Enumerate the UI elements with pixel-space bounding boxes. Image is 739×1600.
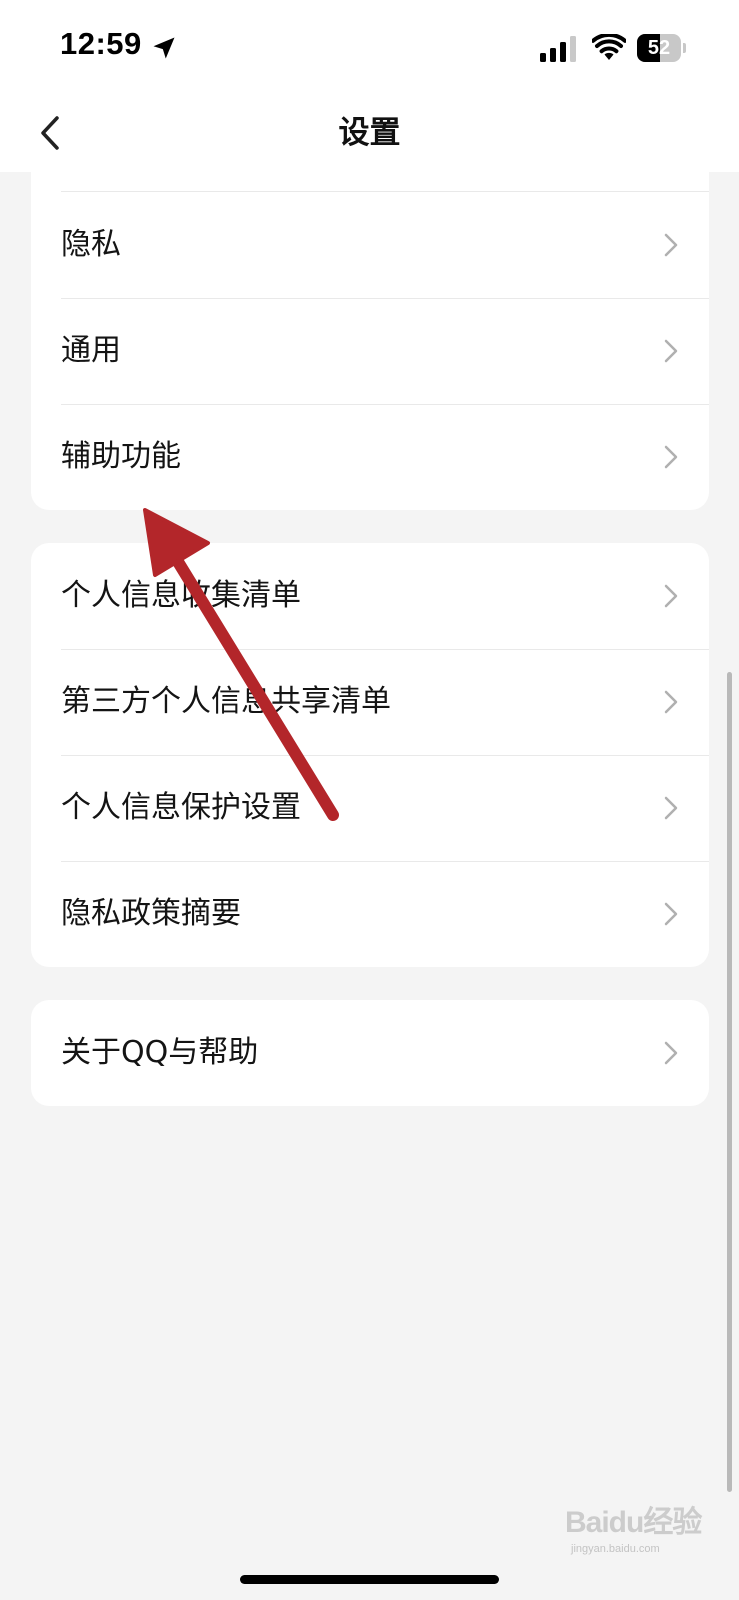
chevron-left-icon bbox=[41, 116, 59, 150]
chevron-right-icon bbox=[664, 796, 678, 820]
wifi-icon bbox=[592, 34, 626, 60]
home-indicator[interactable] bbox=[240, 1575, 499, 1584]
battery-icon: 52 bbox=[637, 34, 687, 62]
chevron-right-icon bbox=[664, 339, 678, 363]
settings-item-general[interactable]: 通用 bbox=[31, 298, 709, 404]
settings-item-label: 个人信息保护设置 bbox=[61, 790, 301, 825]
chevron-right-icon bbox=[664, 233, 678, 257]
settings-item-label: 隐私政策摘要 bbox=[61, 896, 241, 931]
settings-item-privacy[interactable]: 隐私 bbox=[31, 192, 709, 298]
watermark-brand: Baidu经验 bbox=[565, 1506, 702, 1539]
location-arrow-icon bbox=[153, 37, 175, 59]
settings-item-label: 关于QQ与帮助 bbox=[61, 1035, 259, 1070]
nav-bar: 设置 bbox=[0, 95, 739, 172]
battery-level: 52 bbox=[647, 37, 671, 59]
settings-card-about: 关于QQ与帮助 bbox=[31, 1000, 709, 1106]
settings-item-third-party-sharing-list[interactable]: 第三方个人信息共享清单 bbox=[31, 649, 709, 755]
settings-card-personal-info: 个人信息收集清单 第三方个人信息共享清单 个人信息保护设置 隐私政策摘要 bbox=[31, 543, 709, 967]
cellular-signal-icon bbox=[540, 36, 576, 62]
settings-item-privacy-policy-summary[interactable]: 隐私政策摘要 bbox=[31, 861, 709, 967]
chevron-right-icon bbox=[664, 584, 678, 608]
settings-item-label: 第三方个人信息共享清单 bbox=[61, 684, 391, 719]
status-bar: 12:59 52 bbox=[0, 0, 739, 95]
settings-item-about-help[interactable]: 关于QQ与帮助 bbox=[31, 1000, 709, 1106]
watermark-url: jingyan.baidu.com bbox=[571, 1543, 660, 1555]
chevron-right-icon bbox=[664, 690, 678, 714]
status-time: 12:59 bbox=[60, 26, 142, 61]
settings-item-info-protection[interactable]: 个人信息保护设置 bbox=[31, 755, 709, 861]
scroll-indicator[interactable] bbox=[727, 672, 732, 1492]
settings-card-general: 隐私 通用 辅助功能 bbox=[31, 172, 709, 510]
watermark: Baidu经验 jingyan.baidu.com bbox=[565, 1497, 715, 1567]
settings-item-label: 个人信息收集清单 bbox=[61, 578, 301, 613]
settings-item-accessibility[interactable]: 辅助功能 bbox=[31, 404, 709, 510]
settings-item-info-collection-list[interactable]: 个人信息收集清单 bbox=[31, 543, 709, 649]
page-title: 设置 bbox=[338, 115, 401, 151]
battery-body: 52 bbox=[637, 34, 681, 62]
battery-cap bbox=[683, 43, 686, 53]
settings-item-label: 隐私 bbox=[61, 227, 121, 262]
settings-item-label: 通用 bbox=[61, 333, 121, 368]
chevron-right-icon bbox=[664, 902, 678, 926]
settings-item-label: 辅助功能 bbox=[61, 439, 181, 474]
chevron-right-icon bbox=[664, 1041, 678, 1065]
back-button[interactable] bbox=[22, 105, 78, 161]
chevron-right-icon bbox=[664, 445, 678, 469]
